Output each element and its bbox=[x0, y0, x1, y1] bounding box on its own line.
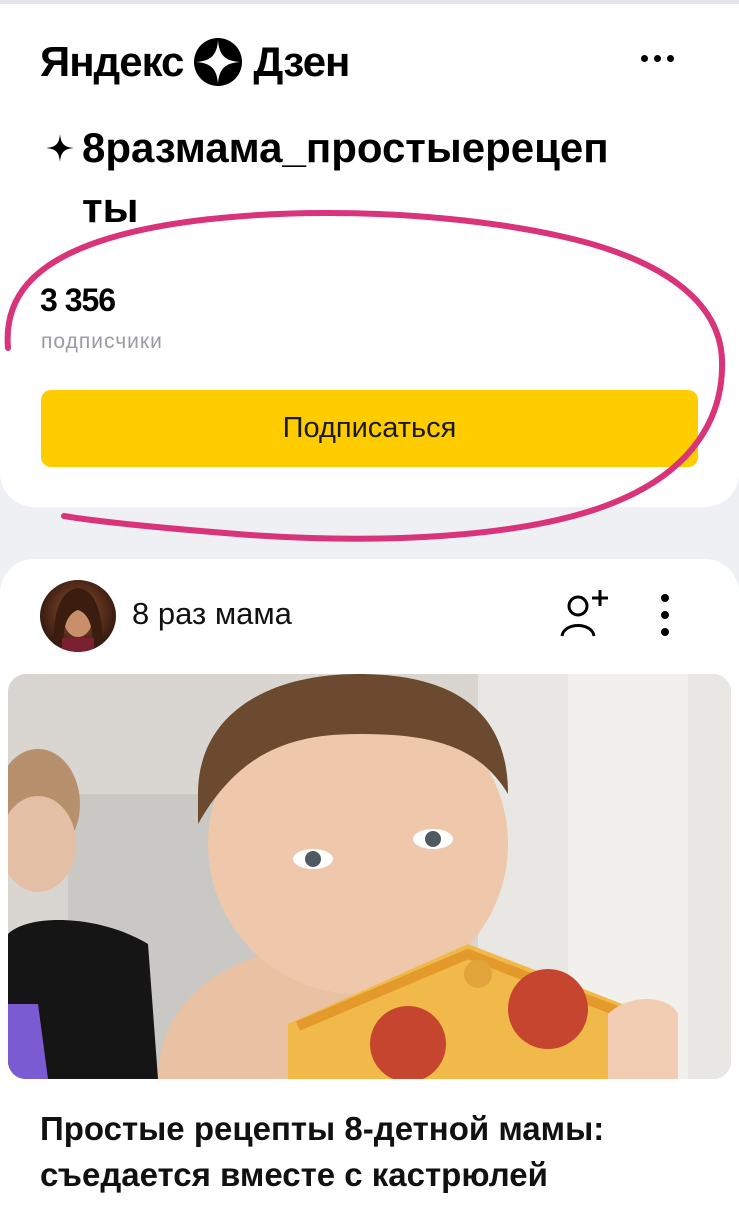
sparkle-icon bbox=[46, 134, 74, 162]
post-image[interactable] bbox=[8, 674, 731, 1079]
subscribers-label: подписчики bbox=[41, 330, 163, 353]
yandex-zen-logo[interactable]: Яндекс Дзен bbox=[40, 34, 350, 90]
zen-star-icon bbox=[194, 38, 243, 86]
author-avatar[interactable] bbox=[40, 580, 116, 652]
channel-title-line1: 8размама_простыерецеп bbox=[82, 124, 609, 171]
author-name[interactable]: 8 раз мама bbox=[132, 596, 292, 632]
add-user-icon[interactable] bbox=[556, 586, 616, 642]
subscribe-button[interactable]: Подписаться bbox=[41, 390, 698, 467]
post-title[interactable]: Простые рецепты 8-детной мамы: съедается… bbox=[40, 1106, 720, 1198]
channel-title-line2: ты bbox=[82, 184, 139, 231]
more-horizontal-icon[interactable] bbox=[632, 46, 682, 70]
subscribers-count: 3 356 bbox=[40, 282, 116, 318]
logo-text-zen: Дзен bbox=[253, 38, 350, 85]
more-vertical-icon[interactable] bbox=[652, 590, 678, 640]
logo-text-yandex: Яндекс bbox=[40, 38, 184, 85]
